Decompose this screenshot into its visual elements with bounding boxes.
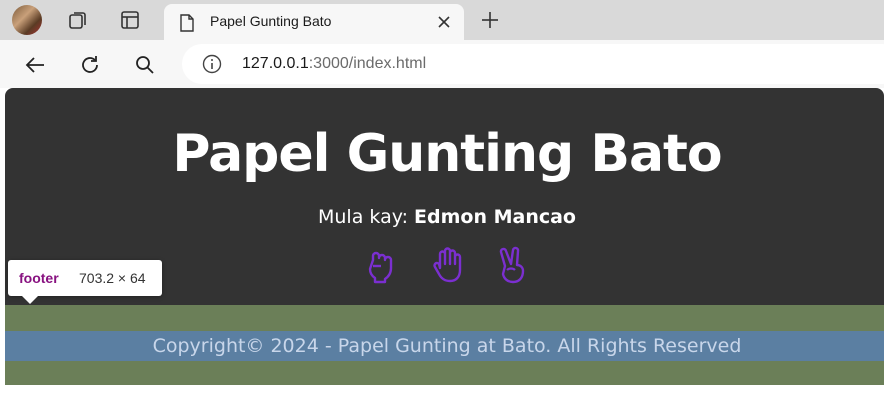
page-viewport: Papel Gunting Bato Mula kay: Edmon Manca… xyxy=(5,88,884,408)
tooltip-tag: footer xyxy=(19,270,59,286)
url-host: 127.0.0.1 xyxy=(242,55,309,72)
tab-title: Papel Gunting Bato xyxy=(210,13,332,29)
devtools-inspect-tooltip: footer 703.2 × 64 xyxy=(8,260,162,304)
copyright-text: Copyright© 2024 - Papel Gunting at Bato.… xyxy=(152,335,742,357)
url-path: :3000/index.html xyxy=(308,55,427,72)
byline-prefix: Mula kay: xyxy=(318,206,415,228)
refresh-icon[interactable] xyxy=(77,52,103,78)
new-tab-icon[interactable] xyxy=(478,8,502,32)
tab-actions-icon[interactable] xyxy=(118,8,142,32)
tooltip-size: 703.2 × 64 xyxy=(79,270,146,286)
page-icon xyxy=(180,14,194,36)
info-icon[interactable] xyxy=(202,54,222,78)
footer-content-box: Copyright© 2024 - Papel Gunting at Bato.… xyxy=(5,331,884,361)
rock-hand-icon[interactable] xyxy=(365,246,399,284)
browser-toolbar: 127.0.0.1:3000/index.html xyxy=(0,40,884,88)
choice-icons xyxy=(365,246,535,284)
paper-hand-icon[interactable] xyxy=(431,246,465,284)
active-tab[interactable]: Papel Gunting Bato xyxy=(164,4,464,40)
byline-author: Edmon Mancao xyxy=(414,206,576,228)
url-text[interactable]: 127.0.0.1:3000/index.html xyxy=(242,55,426,73)
byline: Mula kay: Edmon Mancao xyxy=(5,206,884,228)
page-title: Papel Gunting Bato xyxy=(172,124,722,184)
close-icon[interactable] xyxy=(434,12,454,32)
back-icon[interactable] xyxy=(22,52,48,78)
collections-icon[interactable] xyxy=(66,8,90,32)
address-bar[interactable]: 127.0.0.1:3000/index.html xyxy=(182,44,884,84)
profile-avatar[interactable] xyxy=(12,5,42,35)
tab-strip: Papel Gunting Bato xyxy=(0,0,884,40)
page-footer: Copyright© 2024 - Papel Gunting at Bato.… xyxy=(5,305,884,385)
search-icon[interactable] xyxy=(132,52,158,78)
scissors-hand-icon[interactable] xyxy=(495,246,529,284)
